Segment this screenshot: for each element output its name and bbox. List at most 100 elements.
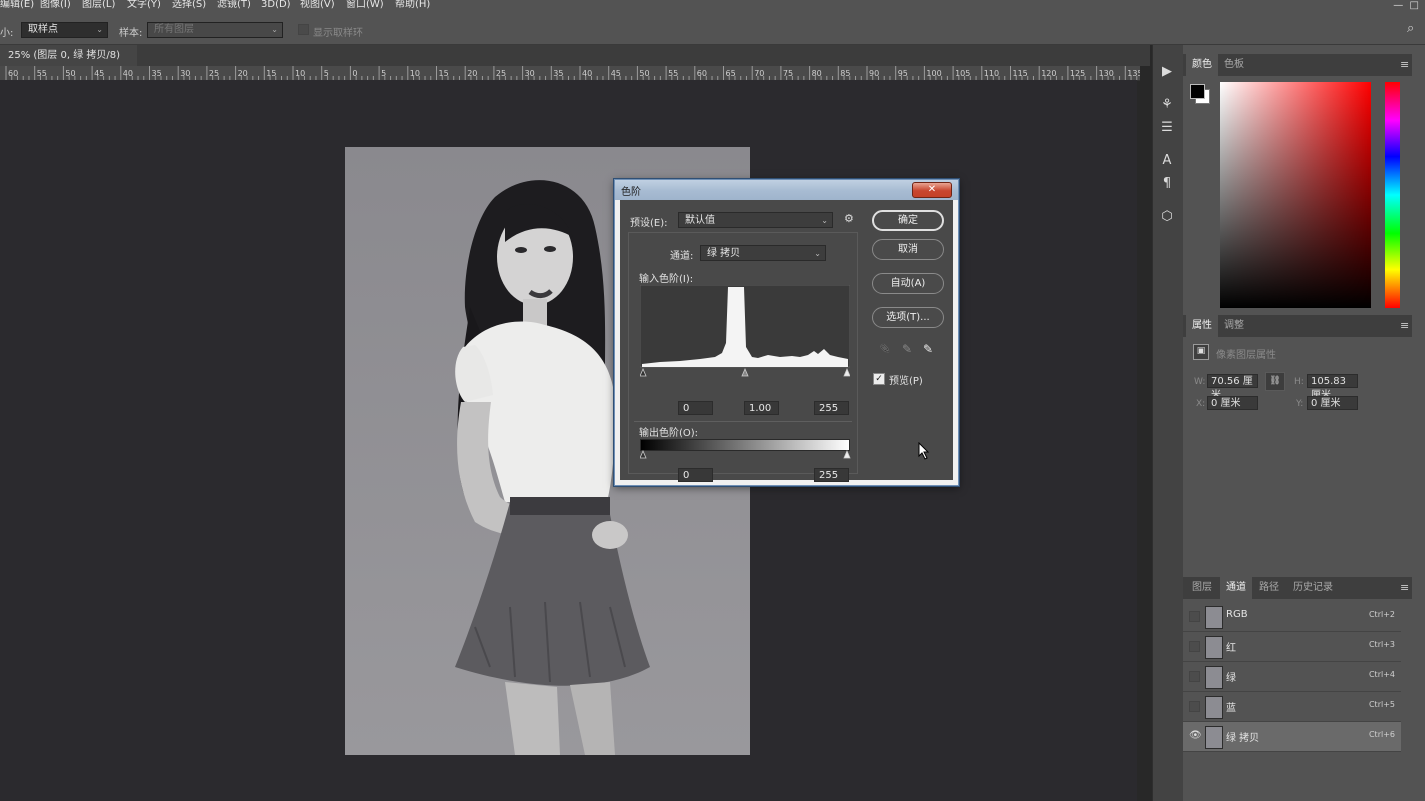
menu-select[interactable]: 选择(S): [172, 0, 206, 10]
panel-menu-icon[interactable]: ≡: [1400, 581, 1409, 594]
panel-menu-icon[interactable]: ≡: [1400, 319, 1409, 332]
foreground-color-swatch[interactable]: [1190, 84, 1205, 99]
y-field[interactable]: 0 厘米: [1307, 396, 1358, 410]
ok-button[interactable]: 确定: [872, 210, 944, 231]
ruler-label: 130: [1099, 69, 1114, 78]
menu-help[interactable]: 帮助(H): [395, 0, 430, 10]
channel-row-green-copy[interactable]: 👁 绿 拷贝 Ctrl+6: [1183, 722, 1401, 752]
menu-type[interactable]: 文字(Y): [127, 0, 161, 10]
menu-filter[interactable]: 滤镜(T): [217, 0, 251, 10]
output-black-slider[interactable]: [640, 450, 647, 459]
sample-size-select[interactable]: 取样点 ⌄: [21, 22, 108, 38]
tab-properties[interactable]: 属性: [1186, 315, 1218, 337]
tab-channels[interactable]: 通道: [1220, 577, 1252, 599]
h-label: H:: [1294, 377, 1304, 387]
output-white-slider[interactable]: [843, 450, 851, 459]
sample-size-value: 取样点: [28, 24, 58, 35]
gear-icon[interactable]: ⚙: [844, 212, 854, 225]
channel-thumbnail: [1205, 726, 1223, 749]
ruler-label: 125: [1070, 69, 1085, 78]
ruler-label: 135: [1127, 69, 1140, 78]
preview-checkbox[interactable]: ✓: [873, 373, 885, 385]
input-gamma-field[interactable]: 1.00: [744, 401, 779, 415]
channel-shortcut: Ctrl+2: [1368, 610, 1395, 619]
ruler-label: 65: [726, 69, 736, 78]
sample-select[interactable]: 所有图层 ⌄: [147, 22, 283, 38]
menu-view[interactable]: 视图(V): [300, 0, 335, 10]
channel-row-blue[interactable]: 蓝 Ctrl+5: [1183, 692, 1401, 722]
channel-name: 蓝: [1226, 703, 1236, 714]
white-point-slider[interactable]: [843, 367, 850, 377]
panel-menu-icon[interactable]: ≡: [1400, 58, 1409, 71]
document-tab[interactable]: 25% (图层 0, 绿 拷贝/8) *×: [0, 45, 137, 82]
y-label: Y:: [1296, 399, 1304, 409]
brush-settings-icon[interactable]: ⚘: [1159, 97, 1175, 113]
menu-edit[interactable]: 编辑(E): [0, 0, 34, 10]
channel-row-rgb[interactable]: RGB Ctrl+2: [1183, 602, 1401, 632]
channel-row-red[interactable]: 红 Ctrl+3: [1183, 632, 1401, 662]
menu-image[interactable]: 图像(I): [40, 0, 71, 10]
ruler-label: 30: [525, 69, 535, 78]
visibility-toggle[interactable]: [1189, 611, 1200, 622]
chevron-down-icon: ⌄: [814, 249, 821, 258]
tab-layers[interactable]: 图层: [1192, 577, 1212, 599]
channel-shortcut: Ctrl+5: [1368, 700, 1395, 709]
width-field[interactable]: 70.56 厘米: [1207, 374, 1258, 401]
tab-color[interactable]: 颜色: [1186, 54, 1218, 76]
histogram: [640, 285, 850, 377]
ruler-label: 80: [812, 69, 822, 78]
3d-cube-icon[interactable]: ⬡: [1159, 209, 1175, 225]
tab-history[interactable]: 历史记录: [1293, 577, 1333, 599]
menu-layer[interactable]: 图层(L): [82, 0, 115, 10]
dialog-title-bar[interactable]: 色阶 ✕: [615, 180, 958, 200]
adjustments-icon[interactable]: ☰: [1159, 120, 1175, 136]
output-white-field[interactable]: 255: [814, 468, 849, 482]
gamma-slider[interactable]: [741, 367, 749, 377]
paragraph-icon[interactable]: ¶: [1159, 176, 1175, 192]
channel-row-green[interactable]: 绿 Ctrl+4: [1183, 662, 1401, 692]
white-eyedropper-icon[interactable]: ✎: [923, 342, 933, 356]
visibility-toggle[interactable]: [1189, 701, 1200, 712]
play-icon[interactable]: ▶: [1159, 64, 1175, 80]
menu-3d[interactable]: 3D(D): [261, 0, 291, 10]
preset-select[interactable]: 默认值 ⌄: [678, 212, 833, 228]
output-sliders: [640, 450, 851, 459]
black-point-slider[interactable]: [640, 367, 647, 377]
ruler-ticks: 60 55 50 45 40 35 30 25 20 15 10 5 0 5 10 15 20 25 30 35 40 4…: [5, 66, 1140, 80]
link-icon[interactable]: ⛓: [1265, 372, 1285, 391]
channel-shortcut: Ctrl+3: [1368, 640, 1395, 649]
x-field[interactable]: 0 厘米: [1207, 396, 1258, 410]
visibility-toggle[interactable]: [1189, 641, 1200, 652]
tab-swatches[interactable]: 色板: [1224, 54, 1244, 76]
close-button[interactable]: ✕: [912, 182, 952, 198]
tab-paths[interactable]: 路径: [1259, 577, 1279, 599]
horizontal-ruler: 60 55 50 45 40 35 30 25 20 15 10 5 0 5 10 15 20 25 30 35 40 4…: [0, 66, 1140, 81]
hue-slider[interactable]: [1385, 82, 1400, 308]
ruler-label: 5: [381, 69, 386, 78]
options-button[interactable]: 选项(T)...: [872, 307, 944, 328]
channel-name: 绿 拷贝: [1226, 733, 1260, 744]
channel-select[interactable]: 绿 拷贝 ⌄: [700, 245, 826, 261]
menu-window[interactable]: 窗口(W): [346, 0, 384, 10]
ruler-label: 45: [94, 69, 104, 78]
ruler-label: 10: [295, 69, 305, 78]
chevron-down-icon: ⌄: [821, 216, 828, 225]
gray-eyedropper-icon[interactable]: ✎: [902, 342, 912, 356]
ruler-label: 20: [467, 69, 477, 78]
height-field[interactable]: 105.83 厘米: [1307, 374, 1358, 401]
black-eyedropper-icon[interactable]: ✎: [880, 342, 890, 356]
color-picker-field[interactable]: [1220, 82, 1371, 308]
eye-icon[interactable]: 👁: [1189, 730, 1202, 742]
input-black-field[interactable]: 0: [678, 401, 713, 415]
chevron-down-icon: ⌄: [271, 25, 278, 34]
auto-button[interactable]: 自动(A): [872, 273, 944, 294]
window-controls[interactable]: — □: [1393, 0, 1419, 11]
character-icon[interactable]: A: [1159, 153, 1175, 169]
cancel-button[interactable]: 取消: [872, 239, 944, 260]
search-icon[interactable]: ⌕: [1407, 21, 1414, 36]
show-ring-checkbox[interactable]: [298, 24, 309, 35]
input-white-field[interactable]: 255: [814, 401, 849, 415]
tab-adjustments[interactable]: 调整: [1224, 315, 1244, 337]
output-black-field[interactable]: 0: [678, 468, 713, 482]
visibility-toggle[interactable]: [1189, 671, 1200, 682]
